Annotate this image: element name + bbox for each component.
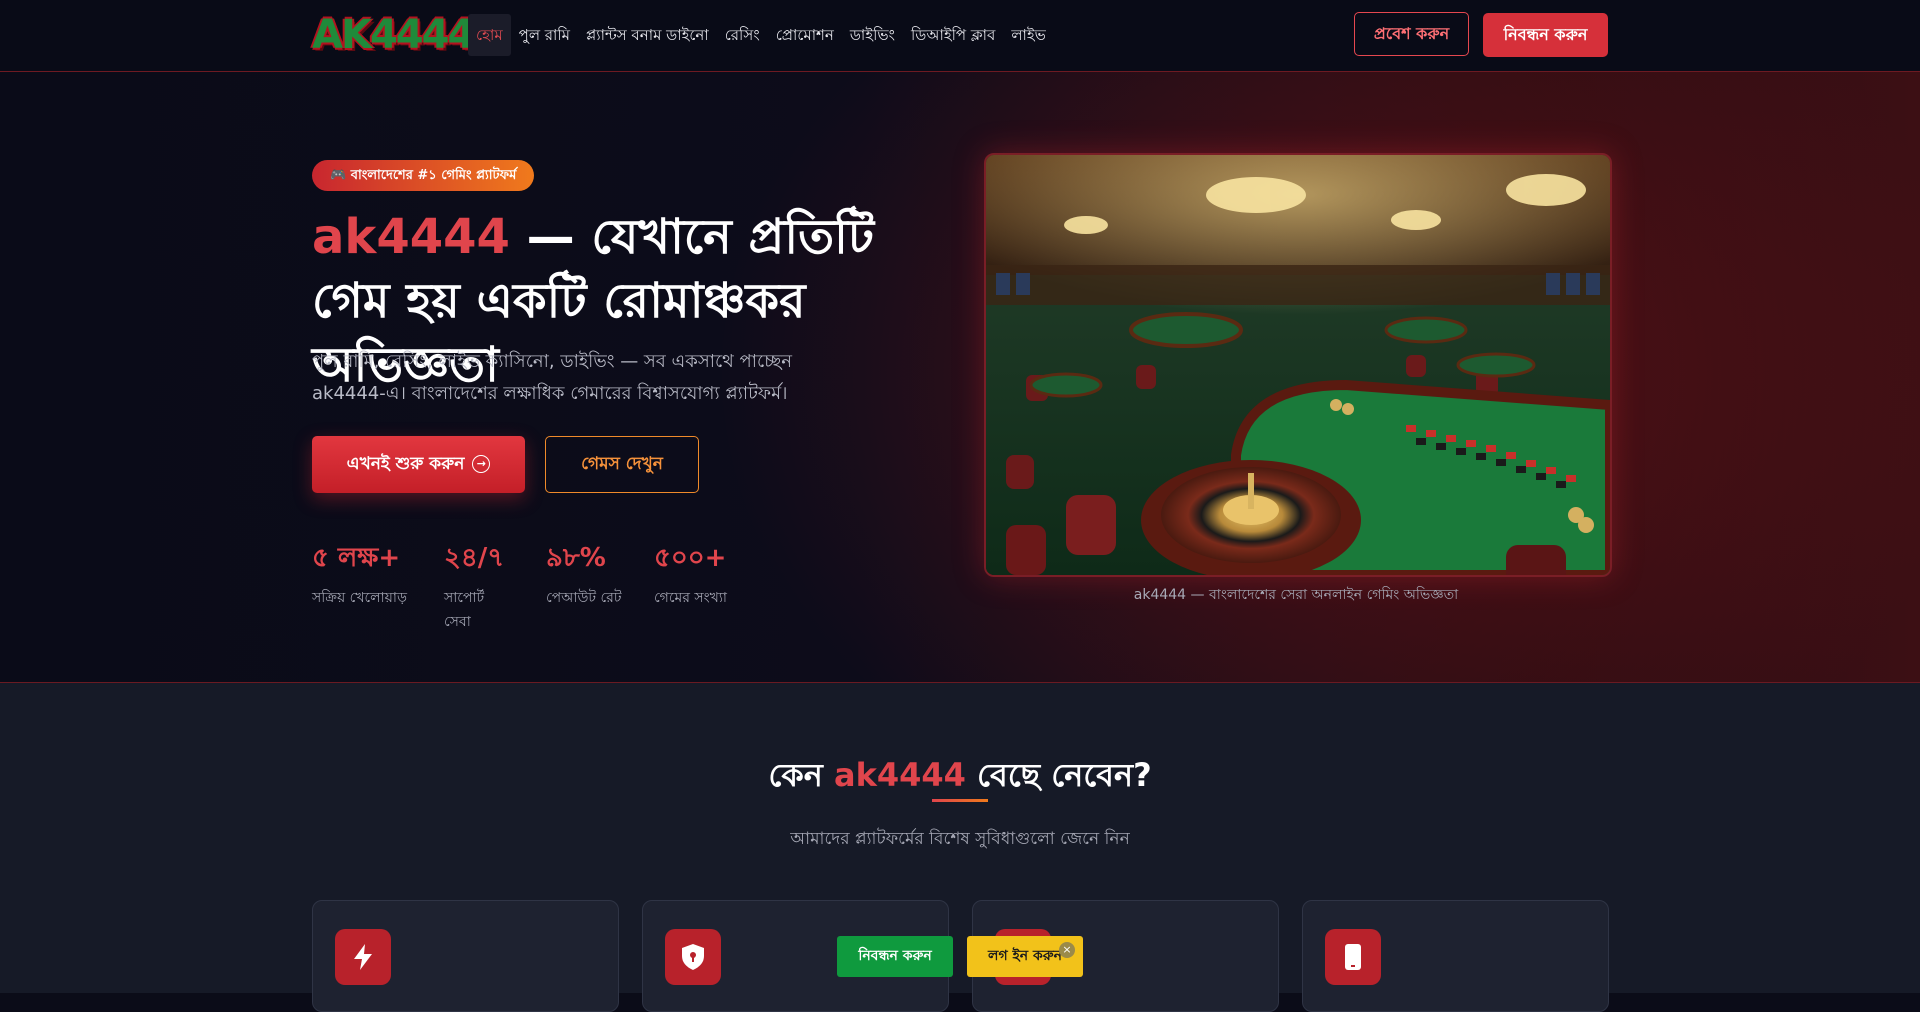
floating-register-button[interactable]: নিবন্ধন করুন [837, 936, 953, 977]
why-subtitle: আমাদের প্ল্যাটফর্মের বিশেষ সুবিধাগুলো জে… [790, 829, 1130, 849]
mobile-icon [1325, 929, 1381, 985]
stat-label: সক্রিয় খেলোয়াড় [312, 590, 407, 606]
feature-card [312, 900, 619, 1012]
hero-title-brand: ak4444 [312, 209, 510, 265]
login-button[interactable]: প্রবেশ করুন [1354, 12, 1469, 56]
stat-value: ৫ লক্ষ+ [312, 543, 401, 573]
start-now-label: এখনই শুরু করুন [346, 454, 465, 474]
why-title-prefix: কেন [768, 756, 834, 794]
start-now-button[interactable]: এখনই শুরু করুন → [312, 436, 525, 493]
casino-hero-image [984, 153, 1612, 577]
stat-value: ২৪/৭ [444, 543, 505, 573]
site-logo[interactable]: AK4444 [312, 13, 475, 57]
nav-item-diving[interactable]: ডাইভিং [842, 14, 903, 56]
why-title: কেন ak4444 বেছে নেবেন? [0, 750, 1920, 804]
stats-row: ৫ লক্ষ+ সক্রিয় খেলোয়াড় ২৪/৭ সাপোর্ট স… [312, 540, 759, 634]
nav-item-promotion[interactable]: প্রোমোশন [768, 14, 842, 56]
nav-item-vip-club[interactable]: ডিআইপি ক্লাব [903, 14, 1003, 56]
stat-item: ২৪/৭ সাপোর্ট সেবা [444, 540, 514, 634]
stat-label: সাপোর্ট সেবা [444, 590, 485, 630]
stat-value: ৫০০+ [654, 543, 727, 573]
platform-badge: 🎮 বাংলাদেশের #১ গেমিং প্ল্যাটফর্ম [312, 160, 535, 191]
stat-item: ৫ লক্ষ+ সক্রিয় খেলোয়াড় [312, 540, 412, 634]
nav-item-racing[interactable]: রেসিং [717, 14, 768, 56]
stat-item: ৫০০+ গেমের সংখ্যা [654, 540, 727, 634]
top-navigation-bar: AK4444 হোম পুল রামি প্ল্যান্টস বনাম ডাইন… [0, 0, 1920, 72]
main-nav: হোম পুল রামি প্ল্যান্টস বনাম ডাইনো রেসিং… [468, 14, 1054, 56]
nav-item-home[interactable]: হোম [468, 14, 511, 56]
feature-card [1302, 900, 1609, 1012]
nav-item-pool-rummy[interactable]: পুল রামি [511, 14, 578, 56]
why-title-suffix: বেছে নেবেন? [965, 756, 1152, 794]
title-underline [932, 799, 988, 802]
stat-label: পেআউট রেট [546, 590, 622, 606]
nav-item-live[interactable]: লাইভ [1003, 14, 1054, 56]
arrow-right-circle-icon: → [472, 455, 491, 473]
stat-value: ৯৮% [546, 543, 606, 573]
hero-section [0, 72, 1920, 683]
nav-item-plants-vs-dino[interactable]: প্ল্যান্টস বনাম ডাইনো [578, 14, 717, 56]
lightning-icon [335, 929, 391, 985]
stat-label: গেমের সংখ্যা [654, 590, 727, 606]
register-button[interactable]: নিবন্ধন করুন [1483, 13, 1608, 57]
close-icon[interactable]: × [1059, 942, 1075, 958]
shield-icon [665, 929, 721, 985]
stat-item: ৯৮% পেআউট রেট [546, 540, 622, 634]
why-title-brand: ak4444 [833, 756, 966, 794]
view-games-button[interactable]: গেমস দেখুন [545, 436, 699, 493]
hero-subtitle: পুল রামি, রেসিং, লাইভ ক্যাসিনো, ডাইভিং —… [312, 351, 793, 404]
image-caption: ak4444 — বাংলাদেশের সেরা অনলাইন গেমিং অভ… [1133, 587, 1459, 603]
